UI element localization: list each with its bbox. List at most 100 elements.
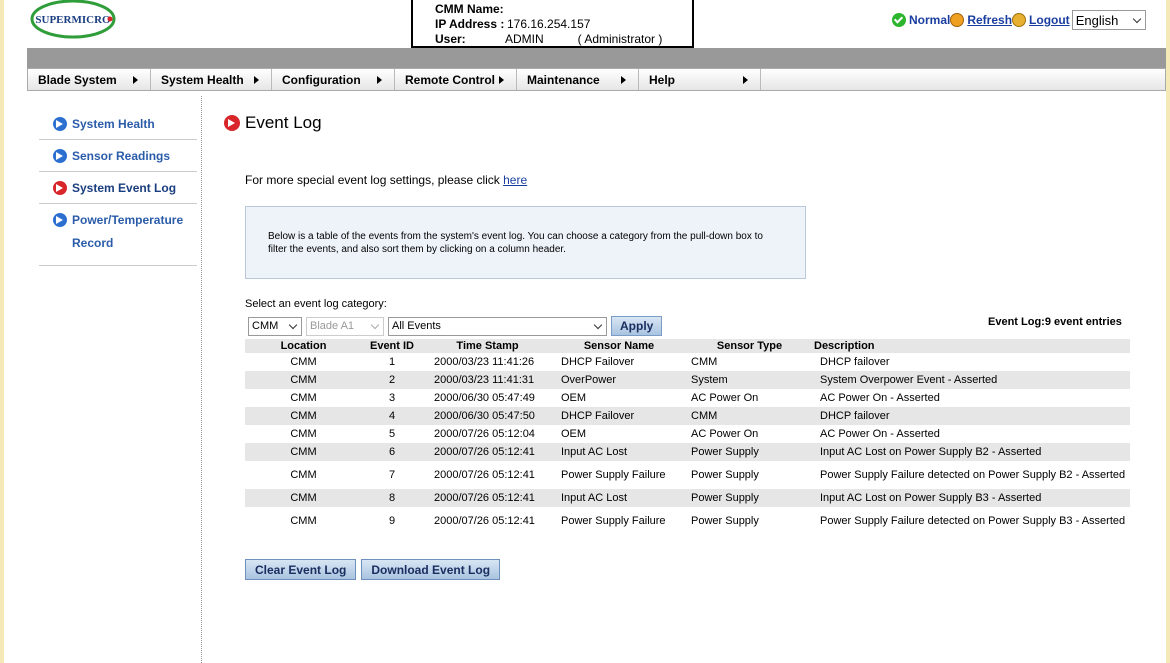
table-row: CMM 2 2000/03/23 11:41:31 OverPower System Sy… (245, 371, 1130, 389)
logout-icon[interactable] (1012, 13, 1027, 27)
cell-sensor-type: Power Supply (685, 443, 814, 461)
cell-event-id: 6 (362, 443, 422, 461)
chevron-down-icon (1132, 14, 1141, 23)
cell-description: AC Power On - Asserted (814, 389, 1130, 407)
arrow-right-icon (254, 76, 259, 84)
nav-label: Remote Control (405, 73, 495, 87)
ip-value: 176.16.254.157 (507, 17, 591, 31)
cell-sensor-name: Input AC Lost (553, 489, 685, 507)
cell-description: Power Supply Failure detected on Power S… (814, 507, 1130, 535)
chevron-down-icon (288, 320, 298, 329)
ip-label: IP Address : (435, 17, 505, 31)
table-row: CMM 3 2000/06/30 05:47:49 OEM AC Power On AC … (245, 389, 1130, 407)
cell-sensor-type: AC Power On (685, 389, 814, 407)
table-row: CMM 1 2000/03/23 11:41:26 DHCP Failover CMM D… (245, 353, 1130, 371)
column-header-time-stamp[interactable]: Time Stamp (422, 339, 553, 353)
cell-time-stamp: 2000/07/26 05:12:41 (422, 443, 553, 461)
clear-event-log-button[interactable]: Clear Event Log (245, 559, 357, 580)
cell-event-id: 1 (362, 353, 422, 371)
sidebar-item-system-health[interactable]: System Health (39, 108, 197, 140)
cell-sensor-name: OEM (553, 389, 685, 407)
language-select[interactable]: English (1071, 10, 1146, 30)
sidebar-item-system-event-log[interactable]: System Event Log (39, 172, 197, 204)
table-row: CMM 7 2000/07/26 05:12:41 Power Supply Fail… (245, 461, 1130, 489)
cmm-name-row: CMM Name: (435, 2, 692, 17)
nav-remote-control[interactable]: Remote Control (395, 69, 517, 90)
cell-time-stamp: 2000/07/26 05:12:41 (422, 461, 553, 489)
arrow-right-icon (499, 76, 504, 84)
cell-time-stamp: 2000/06/30 05:47:49 (422, 389, 553, 407)
arrow-right-circle-icon (53, 149, 67, 163)
cell-event-id: 9 (362, 507, 422, 535)
table-row: CMM 9 2000/07/26 05:12:41 Power Supply Fail… (245, 507, 1130, 535)
arrow-right-icon (377, 76, 382, 84)
nav-label: Configuration (282, 73, 361, 87)
arrow-right-circle-icon (53, 117, 67, 131)
cell-event-id: 8 (362, 489, 422, 507)
blade-select: Blade A1 (306, 316, 384, 336)
column-header-event-id[interactable]: Event ID (362, 339, 422, 353)
cell-description: Input AC Lost on Power Supply B3 - Asser… (814, 489, 1130, 507)
cell-time-stamp: 2000/07/26 05:12:41 (422, 489, 553, 507)
column-header-description[interactable]: Description (814, 339, 1130, 353)
column-header-sensor-name[interactable]: Sensor Name (553, 339, 685, 353)
event-entries-summary: Event Log:9 event entries (988, 316, 1122, 328)
sidebar-item-sensor-readings[interactable]: Sensor Readings (39, 140, 197, 172)
page-title: Event Log (224, 113, 322, 133)
cell-description: DHCP failover (814, 407, 1130, 425)
cell-location: CMM (245, 353, 362, 371)
header-bar (27, 48, 1166, 68)
user-label: User: (435, 32, 466, 46)
description-text: Below is a table of the events from the … (268, 231, 763, 255)
sidebar-item-label: Sensor Readings (72, 149, 171, 163)
top-right-controls: Normal Refresh Logout English (892, 10, 1146, 30)
main-nav: Blade System System Health Configuration… (27, 68, 1166, 91)
logo-text: SUPERMICRO (35, 14, 111, 26)
event-log-table: Location Event ID Time Stamp Sensor Name… (245, 339, 1130, 535)
cell-time-stamp: 2000/07/26 05:12:41 (422, 507, 553, 535)
table-header-row: Location Event ID Time Stamp Sensor Name… (245, 339, 1130, 353)
sidebar-item-label: Power/Temperature Record (72, 213, 184, 250)
cell-location: CMM (245, 489, 362, 507)
nav-help[interactable]: Help (639, 69, 761, 90)
table-row: CMM 8 2000/07/26 05:12:41 Input AC Lost Powe… (245, 489, 1130, 507)
refresh-icon[interactable] (950, 13, 965, 27)
logout-link[interactable]: Logout (1029, 13, 1070, 27)
nav-system-health[interactable]: System Health (151, 69, 272, 90)
sidebar-item-power-temperature-record[interactable]: Power/Temperature Record (39, 204, 197, 266)
sidebar: System Health Sensor Readings System Eve… (39, 108, 197, 266)
filter-bar: CMM Blade A1 All Events Apply (248, 316, 663, 336)
apply-button[interactable]: Apply (611, 316, 663, 336)
cell-event-id: 3 (362, 389, 422, 407)
user-value: ADMIN (505, 32, 544, 46)
column-header-location[interactable]: Location (245, 339, 362, 353)
event-category-select[interactable]: All Events (388, 316, 607, 336)
cell-sensor-name: OEM (553, 425, 685, 443)
nav-maintenance[interactable]: Maintenance (517, 69, 639, 90)
download-event-log-button[interactable]: Download Event Log (361, 559, 501, 580)
cell-event-id: 4 (362, 407, 422, 425)
location-selected: CMM (252, 320, 279, 332)
cell-sensor-name: OverPower (553, 371, 685, 389)
ip-row: IP Address : 176.16.254.157 (435, 17, 692, 32)
user-role: ( Administrator ) (577, 32, 663, 46)
language-selected: English (1075, 12, 1119, 28)
arrow-right-icon (621, 76, 626, 84)
settings-here-link[interactable]: here (503, 173, 527, 187)
cell-time-stamp: 2000/03/23 11:41:26 (422, 353, 553, 371)
arrow-right-icon (133, 76, 138, 84)
cell-sensor-name: Power Supply Failure (553, 507, 685, 535)
column-header-sensor-type[interactable]: Sensor Type (685, 339, 814, 353)
cell-event-id: 7 (362, 461, 422, 489)
event-category-selected: All Events (392, 320, 441, 332)
nav-blade-system[interactable]: Blade System (28, 69, 151, 90)
refresh-link[interactable]: Refresh (967, 13, 1012, 27)
nav-configuration[interactable]: Configuration (272, 69, 395, 90)
cmm-name-label: CMM Name: (435, 2, 504, 16)
chevron-down-icon (593, 320, 603, 329)
location-select[interactable]: CMM (248, 316, 302, 336)
cmm-info-box: CMM Name: IP Address : 176.16.254.157 Us… (411, 0, 694, 48)
cell-sensor-type: System (685, 371, 814, 389)
cell-location: CMM (245, 407, 362, 425)
event-log-body: CMM 1 2000/03/23 11:41:26 DHCP Failover CMM D… (245, 353, 1130, 535)
